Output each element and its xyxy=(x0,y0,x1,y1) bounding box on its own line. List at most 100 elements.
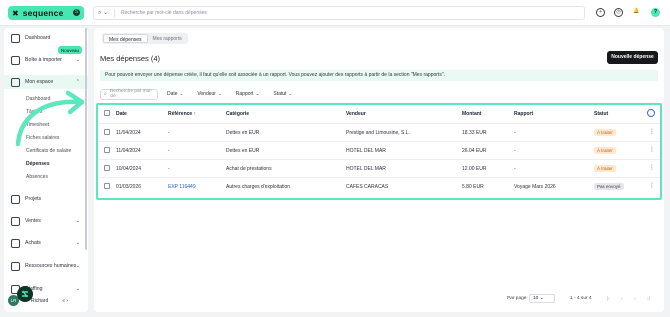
cell-reference-link[interactable]: EXP 116449 xyxy=(168,184,196,190)
chevron-down-icon: ⌄ xyxy=(75,240,80,246)
status-badge: Pas envoyé xyxy=(594,183,624,190)
filter-search-input[interactable]: ⌕ Recherche par mot-clé xyxy=(100,88,158,100)
table-row[interactable]: 01/03/2026 EXP 116449 Autres charges d'e… xyxy=(98,177,660,195)
select-all-checkbox[interactable] xyxy=(104,110,110,116)
tab-bar: Mes dépenses Mes rapports xyxy=(102,33,188,44)
col-header-report[interactable]: Rapport xyxy=(514,111,533,117)
cell-category: Dettes en EUR xyxy=(226,148,260,154)
subitem-absences[interactable]: Absences xyxy=(26,174,48,180)
sidebar-item-projects[interactable]: Projets xyxy=(4,192,88,206)
check-square-icon xyxy=(11,194,20,204)
sequence-logo[interactable]: ✖ sequence S xyxy=(8,6,84,20)
cell-reference: - xyxy=(168,166,170,172)
per-page-select[interactable]: 10 ⌄ xyxy=(529,294,555,303)
subitem-expenses[interactable]: Dépenses xyxy=(26,161,50,167)
cell-report: Voyage Mars 2026 xyxy=(514,184,556,190)
cell-reference: - xyxy=(168,148,170,154)
last-page-icon[interactable]: ›| xyxy=(647,296,650,302)
chevron-down-icon: ⌄ xyxy=(75,286,80,292)
new-badge: Nouveau xyxy=(58,46,83,54)
tag-icon xyxy=(11,216,20,226)
sidebar-item-label: Projets xyxy=(25,196,42,202)
row-menu-icon[interactable]: ⋮ xyxy=(649,165,655,171)
search-icon: ⌕ ⌄ xyxy=(97,10,109,16)
search-icon: ⌕ xyxy=(104,91,107,97)
cell-date: 01/03/2026 xyxy=(116,184,142,190)
sidebar-item-label: Boîte à importer xyxy=(25,57,62,63)
sidebar-item-label: Mon espace xyxy=(25,79,54,85)
prev-page-icon[interactable]: ‹ xyxy=(621,296,623,302)
col-header-date[interactable]: Date xyxy=(116,111,127,117)
annotation-arrow-icon xyxy=(15,90,85,147)
tab-my-expenses[interactable]: Mes dépenses xyxy=(103,34,148,43)
help-icon[interactable]: ? xyxy=(651,8,660,17)
cell-date: 11/04/2024 xyxy=(116,130,141,136)
new-expense-button[interactable]: Nouvelle dépense xyxy=(607,51,658,64)
filter-status[interactable]: Statut ⌄ xyxy=(273,91,292,97)
chevron-down-icon: ⌄ xyxy=(75,57,80,63)
chevron-down-icon: ⌄ xyxy=(75,218,80,224)
row-checkbox[interactable] xyxy=(104,129,110,135)
sidebar-item-purchases[interactable]: Achats ⌄ xyxy=(4,236,88,250)
search-divider xyxy=(114,9,115,17)
logo-mark-icon: ✖ xyxy=(12,8,19,18)
row-checkbox[interactable] xyxy=(104,165,110,171)
row-menu-icon[interactable]: ⋮ xyxy=(649,147,655,153)
tab-my-reports[interactable]: Mes rapports xyxy=(148,34,187,43)
row-checkbox[interactable] xyxy=(104,183,110,189)
main-panel: Mes dépenses Mes rapports Mes dépenses (… xyxy=(94,28,664,312)
sidebar-item-import-box[interactable]: Boîte à importer ⌄ xyxy=(4,53,88,67)
sidebar-item-dashboard[interactable]: Dashboard xyxy=(4,31,88,45)
first-page-icon[interactable]: |‹ xyxy=(607,296,610,302)
cell-report: - xyxy=(514,148,516,154)
filter-date[interactable]: Date ⌄ xyxy=(167,91,183,97)
cell-category: Autres charges d'exploitation xyxy=(226,184,291,190)
col-header-status[interactable]: Statut xyxy=(594,111,608,117)
home-icon xyxy=(11,33,20,43)
chevron-down-icon: ⌄ xyxy=(255,91,260,96)
table-row[interactable]: 11/04/2024 - Dettes en EUR Prestige and … xyxy=(98,123,660,141)
table-row[interactable]: 11/04/2024 - Dettes en EUR HOTEL DEL MAR… xyxy=(98,141,660,159)
info-banner: Pour pouvoir envoyer une dépense créée, … xyxy=(100,70,658,81)
col-header-category[interactable]: Catégorie xyxy=(226,111,249,117)
sidebar: Dashboard Boîte à importer ⌄ Nouveau Mon… xyxy=(4,28,88,312)
inbox-icon xyxy=(11,55,20,65)
sidebar-item-hr[interactable]: Ressources humaines ⌄ xyxy=(4,259,88,273)
filter-report[interactable]: Rapport ⌄ xyxy=(236,91,260,97)
cell-report: - xyxy=(514,130,516,136)
status-badge: À traiter xyxy=(594,129,616,136)
filter-search-placeholder: Recherche par mot-clé xyxy=(109,89,153,99)
cell-vendor: CAFES CARACAS xyxy=(346,184,389,190)
clock-icon[interactable]: ◷ xyxy=(614,8,623,17)
global-search[interactable]: ⌕ ⌄ xyxy=(93,6,585,20)
col-header-amount[interactable]: Montant xyxy=(462,111,481,117)
sidebar-item-label: Dashboard xyxy=(25,35,51,41)
chat-bubble-icon[interactable] xyxy=(17,286,33,302)
global-search-input[interactable] xyxy=(121,10,521,16)
add-icon[interactable]: + xyxy=(596,8,605,17)
logo-badge: S xyxy=(73,9,80,16)
column-settings-icon[interactable] xyxy=(647,109,655,117)
user-icon xyxy=(11,77,20,87)
filter-vendor[interactable]: Vendeur ⌄ xyxy=(197,91,221,97)
col-header-vendor[interactable]: Vendeur xyxy=(346,111,366,117)
sidebar-item-my-space[interactable]: Mon espace ⌃ xyxy=(4,75,88,89)
logo-text: sequence xyxy=(22,8,64,18)
cell-amount: 26.04 EUR xyxy=(462,148,487,154)
sidebar-item-sales[interactable]: Ventes ⌄ xyxy=(4,214,88,228)
next-page-icon[interactable]: › xyxy=(634,296,636,302)
chevron-down-icon: ⌄ xyxy=(179,91,184,96)
chevron-down-icon: ⌄ xyxy=(288,91,293,96)
cell-vendor: Prestige and Limousine, S.L. xyxy=(346,130,410,136)
row-checkbox[interactable] xyxy=(104,147,110,153)
row-menu-icon[interactable]: ⋮ xyxy=(649,183,655,189)
status-badge: À traiter xyxy=(594,165,616,172)
table-row[interactable]: 10/04/2024 - Achat de prestations HOTEL … xyxy=(98,159,660,177)
bell-icon[interactable]: 🔔 xyxy=(632,8,641,17)
col-header-reference[interactable]: Référence ↑ xyxy=(168,111,196,117)
cell-reference: - xyxy=(168,130,170,136)
row-menu-icon[interactable]: ⋮ xyxy=(649,129,655,135)
chevron-down-icon: ⌄ xyxy=(75,263,80,269)
collapse-icon[interactable]: « › xyxy=(62,298,68,304)
sidebar-item-label: Achats xyxy=(25,240,41,246)
